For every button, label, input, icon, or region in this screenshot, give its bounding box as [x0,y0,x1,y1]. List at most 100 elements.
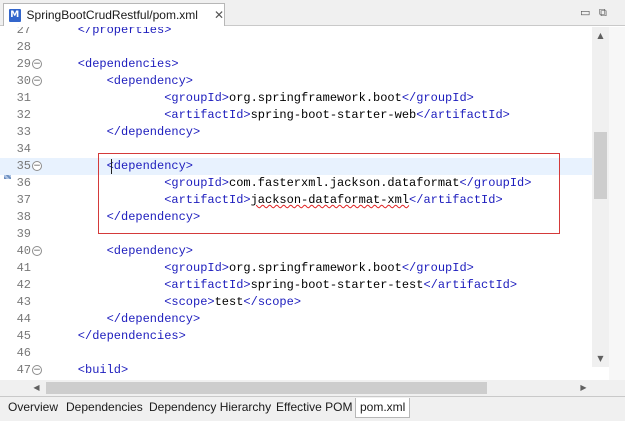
code-line[interactable]: 29− <dependencies> [0,56,592,73]
xml-tag: <artifactId> [164,108,251,122]
line-number: 36 [16,176,31,190]
line-number: 43 [16,295,31,309]
tab-dependencies[interactable]: Dependencies [62,398,148,418]
xml-text: org.springframework.boot [229,261,402,275]
xml-tag: <artifactId> [164,278,251,292]
fold-collapse-icon[interactable]: − [32,76,42,86]
xml-text: org.springframework.boot [229,91,402,105]
code-text: </dependency> [107,209,201,226]
code-line[interactable]: 37 <artifactId>jackson-dataformat-xml</ar… [0,192,592,209]
xml-tag: </artifactId> [423,278,518,292]
fold-collapse-icon[interactable]: − [32,161,42,171]
line-number: 33 [16,125,31,139]
code-line[interactable]: 30− <dependency> [0,73,592,90]
xml-tag: <dependency> [106,74,194,88]
code-text: <dependency> [107,243,193,260]
code-text: <groupId>org.springframework.boot</group… [164,260,474,277]
maximize-icon[interactable]: ⧉ [599,6,607,20]
pom-editor-page-tabs: Overview Dependencies Dependency Hierarc… [0,396,625,421]
code-line[interactable]: 38 </dependency> [0,209,592,226]
vertical-scroll-thumb[interactable] [594,132,607,199]
tab-dependency-hierarchy[interactable]: Dependency Hierarchy [145,398,277,418]
xml-tag: <groupId> [164,91,229,105]
xml-text: spring-boot-starter-test [250,278,424,292]
scroll-down-icon[interactable]: ▼ [592,350,609,367]
code-line[interactable]: 35− <dependency> [0,158,592,175]
xml-tag: </dependency> [106,210,201,224]
code-line[interactable]: 43 <scope>test</scope> [0,294,592,311]
overview-ruler [609,27,625,380]
tab-pom-xml[interactable]: pom.xml [355,398,411,418]
code-line[interactable]: 41 <groupId>org.springframework.boot</gro… [0,260,592,277]
line-number: 35 [16,159,31,173]
xml-tag: <groupId> [164,261,229,275]
code-text: <scope>test</scope> [164,294,301,311]
line-number: 38 [16,210,31,224]
code-line[interactable]: 42 <artifactId>spring-boot-starter-test</… [0,277,592,294]
xml-source-editor[interactable]: 27 </properties> 28 29− <dependencies> 30− <de… [0,27,625,380]
line-number: 45 [16,329,31,343]
tab-overview[interactable]: Overview [4,398,64,418]
code-text: <dependencies> [78,56,179,73]
close-icon[interactable]: ✕ [214,8,224,22]
line-number: 41 [16,261,31,275]
text-caret [111,159,112,174]
xml-text: test [214,295,244,309]
xml-tag: </groupId> [401,261,474,275]
code-line[interactable]: 32 <artifactId>spring-boot-starter-web</a… [0,107,592,124]
xml-tag: <dependency> [106,244,194,258]
code-line[interactable]: 39 [0,226,592,243]
line-number: 31 [16,91,31,105]
code-line[interactable]: 34 [0,141,592,158]
editor-tab-bar: M SpringBootCrudRestful/pom.xml ✕ ▭ ⧉ [0,0,625,26]
code-line[interactable]: 45 </dependencies> [0,328,592,345]
line-number: 30 [16,74,31,88]
xml-tag: <dependency> [106,159,194,173]
code-line[interactable]: 33 </dependency> [0,124,592,141]
xml-text: spring-boot-starter-web [250,108,417,122]
xml-tag: </artifactId> [416,108,510,122]
code-text: </dependency> [107,311,201,328]
minimize-icon[interactable]: ▭ [580,6,590,19]
code-line[interactable]: 27 </properties> [0,27,592,39]
line-number: 34 [16,142,31,156]
scroll-left-icon[interactable]: ◀ [28,380,45,396]
code-line[interactable]: 28 [0,39,592,56]
line-number: 39 [16,227,31,241]
line-number: 47 [16,363,31,377]
fold-collapse-icon[interactable]: − [32,59,42,69]
scroll-right-icon[interactable]: ▶ [575,380,592,396]
xml-tag: </dependency> [106,312,201,326]
code-text: <dependency> [107,158,193,175]
code-text: <dependency> [107,73,193,90]
code-line[interactable]: 47− <build> [0,362,592,379]
xml-file-icon: M [9,8,21,22]
fold-collapse-icon[interactable]: − [32,246,42,256]
xml-tag: </groupId> [401,91,474,105]
line-number: 44 [16,312,31,326]
scroll-up-icon[interactable]: ▲ [592,27,609,44]
xml-tag: </dependency> [106,125,201,139]
code-text: <artifactId>spring-boot-starter-test</ar… [164,277,517,294]
editor-tab-label: SpringBootCrudRestful/pom.xml [26,8,198,22]
line-number: 28 [16,40,31,54]
code-line[interactable]: 31 <groupId>org.springframework.boot</gro… [0,90,592,107]
line-number: 27 [16,27,31,37]
horizontal-scroll-thumb[interactable] [46,382,487,394]
xml-text: jackson-dataformat-xml [250,193,410,207]
tab-effective-pom[interactable]: Effective POM [272,398,358,418]
xml-tag: </properties> [77,27,172,37]
editor-tab-pom-xml[interactable]: M SpringBootCrudRestful/pom.xml ✕ [3,3,225,26]
horizontal-scrollbar[interactable]: ◀ ▶ [0,380,592,396]
code-line[interactable]: 40− <dependency> [0,243,592,260]
code-line[interactable]: 46 [0,345,592,362]
code-text: </dependency> [107,124,201,141]
fold-collapse-icon[interactable]: − [32,365,42,375]
xml-tag: <build> [77,363,129,377]
code-text: </dependencies> [78,328,186,345]
code-line[interactable]: 36 <groupId>com.fasterxml.jackson.datafor… [0,175,592,192]
code-line[interactable]: 44 </dependency> [0,311,592,328]
xml-tag: </groupId> [459,176,532,190]
vertical-scrollbar[interactable]: ▲ ▼ [592,27,609,367]
xml-tag: <groupId> [164,176,229,190]
